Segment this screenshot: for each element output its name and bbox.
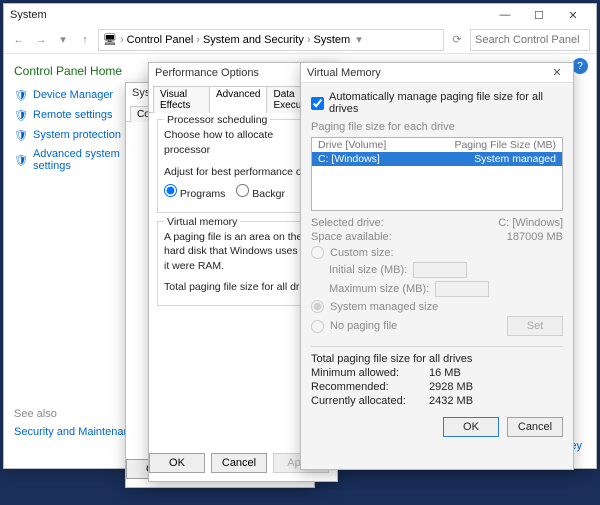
shield-icon: 🛡 <box>14 153 28 167</box>
max-size-label: Maximum size (MB): <box>329 283 429 295</box>
sidebar-item-label: Device Manager <box>33 89 113 101</box>
back-icon[interactable]: ← <box>10 31 28 49</box>
crumb-dropdown-icon[interactable]: ▾ <box>356 33 362 46</box>
radio-background[interactable]: Backgr <box>236 188 285 200</box>
selected-drive-label: Selected drive: <box>311 217 384 229</box>
history-dropdown-icon[interactable]: ▾ <box>54 31 72 49</box>
shield-icon: 🛡 <box>14 108 28 122</box>
ok-button[interactable]: OK <box>149 453 205 473</box>
rec-value: 2928 MB <box>429 381 473 393</box>
close-icon[interactable]: ✕ <box>556 4 590 26</box>
group-label: Paging file size for each drive <box>311 121 563 133</box>
radio-background-input[interactable] <box>236 184 249 197</box>
initial-size-input <box>413 262 467 278</box>
initial-size-label: Initial size (MB): <box>329 264 407 276</box>
toolbar: ← → ▾ ↑ 🖥 › Control Panel › System and S… <box>4 26 596 54</box>
sched-text: Choose how to allocate processor <box>164 128 322 157</box>
radio-system-managed <box>311 300 324 313</box>
min-value: 16 MB <box>429 367 461 379</box>
sidebar-item-protection[interactable]: 🛡 System protection <box>14 128 124 142</box>
tab-visual-effects[interactable]: Visual Effects <box>153 86 210 113</box>
see-also-link[interactable]: Security and Maintenance <box>14 426 141 438</box>
shield-icon: 🛡 <box>14 88 28 102</box>
up-icon[interactable]: ↑ <box>76 31 94 49</box>
search-input[interactable] <box>470 29 590 51</box>
cancel-button[interactable]: Cancel <box>211 453 267 473</box>
group-legend: Processor scheduling <box>164 113 270 128</box>
space-value: 187009 MB <box>507 231 563 243</box>
crumb-control-panel[interactable]: Control Panel <box>127 34 194 46</box>
sidebar-item-label: Advanced system settings <box>33 148 124 172</box>
tab-advanced[interactable]: Advanced <box>209 86 267 113</box>
sidebar-item-device-manager[interactable]: 🛡 Device Manager <box>14 88 124 102</box>
see-also-label: See also <box>14 408 141 420</box>
cur-value: 2432 MB <box>429 395 473 407</box>
drive-list-row[interactable]: C: [Windows] System managed <box>312 152 562 166</box>
radio-system-label: System managed size <box>330 301 438 313</box>
sidebar-item-advanced[interactable]: 🛡 Advanced system settings <box>14 148 124 172</box>
vm-text1: A paging file is an area on the hard dis… <box>164 230 322 274</box>
sidebar: Control Panel Home 🛡 Device Manager 🛡 Re… <box>4 56 134 468</box>
auto-manage-label: Automatically manage paging file size fo… <box>329 91 563 115</box>
min-label: Minimum allowed: <box>311 367 421 379</box>
sidebar-item-label: System protection <box>33 129 121 141</box>
refresh-icon[interactable]: ⟳ <box>448 31 466 49</box>
titlebar[interactable]: System — ☐ ✕ <box>4 4 596 26</box>
sidebar-heading[interactable]: Control Panel Home <box>14 64 124 78</box>
cur-label: Currently allocated: <box>311 395 421 407</box>
ok-button[interactable]: OK <box>443 417 499 437</box>
radio-custom <box>311 246 324 259</box>
vm-titlebar[interactable]: Virtual Memory ✕ <box>301 63 573 83</box>
radio-no-paging-label: No paging file <box>330 320 397 332</box>
radio-no-paging <box>311 320 324 333</box>
set-button: Set <box>507 316 563 336</box>
adjust-label: Adjust for best performance of: <box>164 165 322 180</box>
maximize-icon[interactable]: ☐ <box>522 4 556 26</box>
vm-text2: Total paging file size for all drives: <box>164 280 322 295</box>
crumb-system-security[interactable]: System and Security <box>203 34 304 46</box>
radio-programs[interactable]: Programs <box>164 188 225 200</box>
selected-drive-value: C: [Windows] <box>498 217 563 229</box>
auto-manage-checkbox[interactable] <box>311 97 324 110</box>
close-icon[interactable]: ✕ <box>547 66 567 79</box>
virtual-memory-dialog: Virtual Memory ✕ Automatically manage pa… <box>300 62 574 470</box>
sidebar-item-remote[interactable]: 🛡 Remote settings <box>14 108 124 122</box>
radio-custom-label: Custom size: <box>330 247 394 259</box>
cancel-button[interactable]: Cancel <box>507 417 563 437</box>
rec-label: Recommended: <box>311 381 421 393</box>
group-legend: Virtual memory <box>164 215 240 230</box>
drive-list[interactable]: Drive [Volume] Paging File Size (MB) C: … <box>311 137 563 211</box>
crumb-system[interactable]: System <box>314 34 351 46</box>
vm-title: Virtual Memory <box>307 67 381 79</box>
totals-label: Total paging file size for all drives <box>311 353 563 365</box>
pc-icon: 🖥 <box>103 33 117 46</box>
radio-programs-input[interactable] <box>164 184 177 197</box>
sidebar-item-label: Remote settings <box>33 109 112 121</box>
space-label: Space available: <box>311 231 392 243</box>
breadcrumb[interactable]: 🖥 › Control Panel › System and Security … <box>98 29 444 51</box>
minimize-icon[interactable]: — <box>488 4 522 26</box>
shield-icon: 🛡 <box>14 128 28 142</box>
drive-list-header: Drive [Volume] Paging File Size (MB) <box>312 138 562 152</box>
forward-icon[interactable]: → <box>32 31 50 49</box>
window-title: System <box>10 9 47 21</box>
max-size-input <box>435 281 489 297</box>
